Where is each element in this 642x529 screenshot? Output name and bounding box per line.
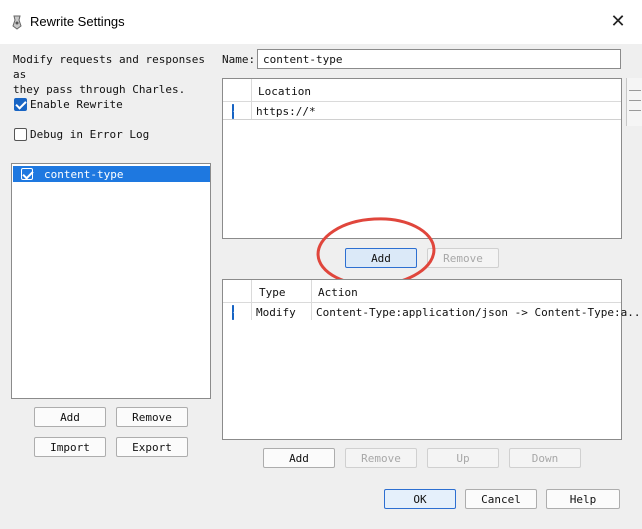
debug-label: Debug in Error Log <box>30 128 150 141</box>
ok-button[interactable]: OK <box>384 489 456 509</box>
rule-action-cell: Content-Type:application/json -> Content… <box>316 306 642 319</box>
move-down-button[interactable]: Down <box>509 448 581 468</box>
description-text: Modify requests and responses as they pa… <box>13 53 206 96</box>
add-rule-button[interactable]: Add <box>263 448 335 468</box>
edge-line <box>629 110 641 111</box>
debug-error-log-checkbox[interactable]: Debug in Error Log <box>14 128 149 141</box>
remove-set-button[interactable]: Remove <box>116 407 188 427</box>
enable-rewrite-label: Enable Rewrite <box>30 98 123 111</box>
checkbox-checked-icon[interactable] <box>21 168 33 180</box>
table-row[interactable]: https://* <box>223 102 621 120</box>
add-set-button[interactable]: Add <box>34 407 106 427</box>
name-input[interactable]: content-type <box>257 49 621 69</box>
side-panel-edge <box>626 78 642 126</box>
rewrite-sets-list[interactable]: content-type <box>11 163 211 399</box>
location-column-header[interactable]: Location <box>258 85 311 98</box>
edge-line <box>629 90 641 91</box>
import-button[interactable]: Import <box>34 437 106 457</box>
type-column-header[interactable]: Type <box>259 286 286 299</box>
rule-type-cell: Modify <box>256 306 296 319</box>
move-up-button[interactable]: Up <box>427 448 499 468</box>
close-icon[interactable]: ✕ <box>605 10 631 34</box>
table-row[interactable]: Modify Content-Type:application/json -> … <box>223 303 642 321</box>
window-title: Rewrite Settings <box>30 14 125 29</box>
checkbox-unchecked-icon[interactable] <box>14 128 27 141</box>
set-name: content-type <box>44 167 124 181</box>
checkbox-checked-icon[interactable] <box>232 104 234 119</box>
remove-rule-button[interactable]: Remove <box>345 448 417 468</box>
edge-line <box>629 100 641 101</box>
action-column-header[interactable]: Action <box>318 286 358 299</box>
help-button[interactable]: Help <box>546 489 620 509</box>
export-button[interactable]: Export <box>116 437 188 457</box>
list-item[interactable]: content-type <box>13 166 210 182</box>
location-cell: https://* <box>256 105 316 118</box>
name-label: Name: <box>222 53 256 66</box>
cancel-button[interactable]: Cancel <box>465 489 537 509</box>
charles-app-icon <box>10 14 24 30</box>
checkbox-checked-icon[interactable] <box>14 98 27 111</box>
rules-table[interactable]: Type Action Modify Content-Type:applicat… <box>222 279 642 440</box>
enable-rewrite-checkbox[interactable]: Enable Rewrite <box>14 98 123 111</box>
checkbox-checked-icon[interactable] <box>232 305 234 320</box>
